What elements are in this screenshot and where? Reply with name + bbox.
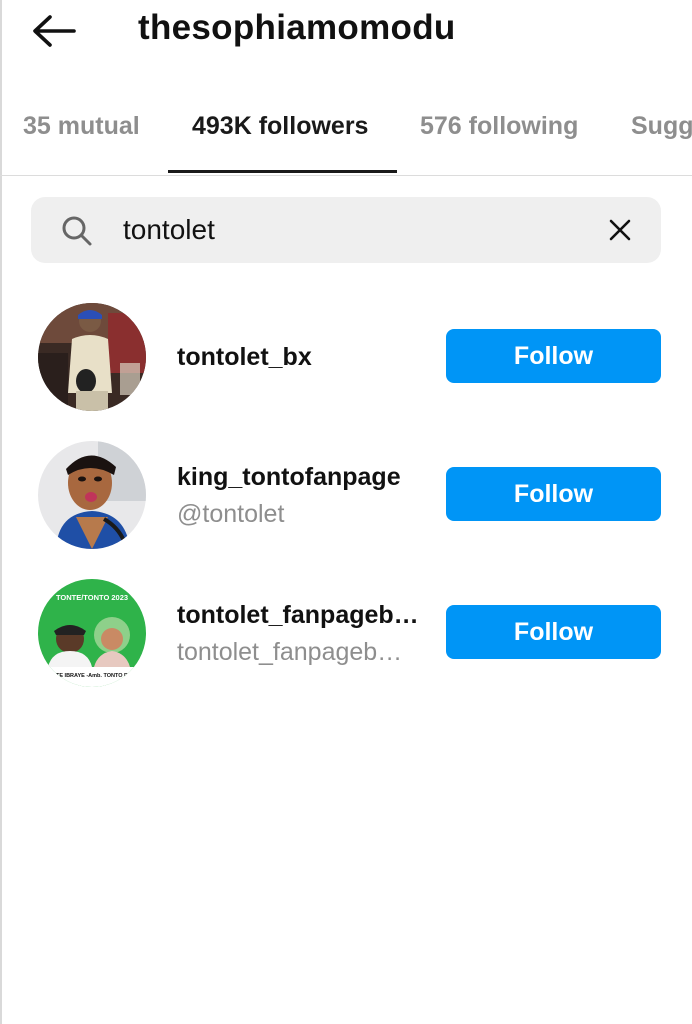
follow-button[interactable]: Follow [446, 329, 661, 383]
full-name: @tontolet [177, 500, 285, 528]
list-item[interactable]: tontolet_bx Follow [0, 303, 692, 413]
follow-button[interactable]: Follow [446, 467, 661, 521]
list-item[interactable]: TONTE/TONTO 2023 TE IBRAYE -Amb. TONTO D… [0, 579, 692, 689]
user-names: tontolet_fanpageb… tontolet_fanpageb… [177, 601, 419, 667]
page-title: thesophiamomodu [138, 8, 456, 47]
search-bar[interactable] [31, 197, 661, 263]
person-photo-avatar [38, 303, 146, 411]
woman-photo-avatar [38, 441, 146, 549]
username[interactable]: tontolet_bx [177, 343, 312, 372]
search-icon [62, 216, 92, 246]
user-names: king_tontofanpage @tontolet [177, 463, 401, 529]
search-input[interactable] [123, 207, 583, 253]
active-tab-indicator [168, 170, 397, 173]
poster-heading: TONTE/TONTO 2023 [56, 593, 128, 602]
campaign-poster-avatar: TONTE/TONTO 2023 TE IBRAYE -Amb. TONTO D [38, 579, 146, 687]
list-item[interactable]: king_tontofanpage @tontolet Follow [0, 441, 692, 551]
avatar[interactable] [38, 441, 146, 549]
tab-followers[interactable]: 493K followers [192, 112, 368, 141]
close-icon[interactable] [607, 217, 633, 243]
tab-following[interactable]: 576 following [420, 112, 578, 141]
follow-button[interactable]: Follow [446, 605, 661, 659]
avatar[interactable]: TONTE/TONTO 2023 TE IBRAYE -Amb. TONTO D [38, 579, 146, 687]
tab-suggested[interactable]: Sugg [631, 112, 692, 141]
back-button[interactable] [30, 10, 80, 52]
username[interactable]: king_tontofanpage [177, 463, 401, 492]
avatar[interactable] [38, 303, 146, 411]
arrow-left-icon [33, 15, 76, 47]
user-names: tontolet_bx [177, 343, 312, 372]
tab-bar: 35 mutual 493K followers 576 following S… [0, 100, 692, 176]
full-name: tontolet_fanpageb… [177, 638, 403, 666]
tab-mutual[interactable]: 35 mutual [23, 112, 140, 141]
poster-caption: TE IBRAYE -Amb. TONTO D [56, 673, 128, 679]
username[interactable]: tontolet_fanpageb… [177, 601, 419, 630]
header: thesophiamomodu [0, 0, 692, 62]
